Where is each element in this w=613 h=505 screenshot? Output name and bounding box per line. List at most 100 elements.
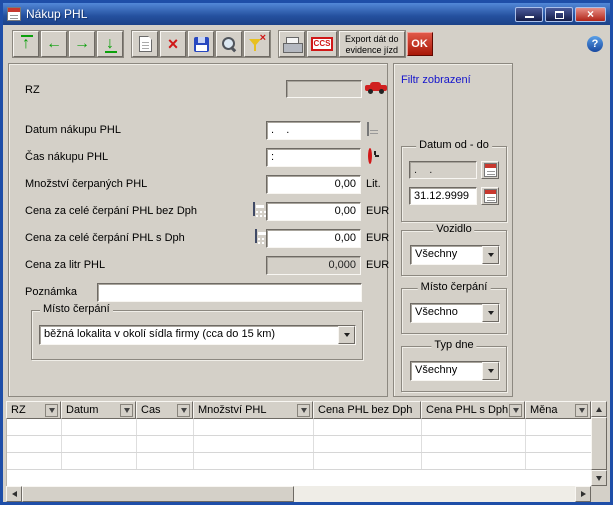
column-header-cena-s-dph[interactable]: Cena PHL s Dph (421, 401, 525, 419)
note-label: Poznámka (25, 286, 77, 298)
sort-down-icon (300, 407, 307, 413)
export-button[interactable]: Export dát do evidence jízd (338, 30, 406, 58)
day-type-dropdown-button[interactable] (482, 362, 499, 380)
scroll-down-button[interactable] (591, 470, 607, 486)
first-record-icon: ↑ (22, 35, 30, 52)
sort-button[interactable] (177, 403, 190, 417)
column-header-cena-bez-dph[interactable]: Cena PHL bez Dph (313, 401, 421, 419)
column-header-rz[interactable]: RZ (6, 401, 61, 419)
purchase-date-label: Datum nákupu PHL (25, 124, 121, 136)
last-record-icon: ↓ (106, 35, 114, 52)
sort-down-icon (123, 407, 130, 413)
calendar-icon (483, 163, 497, 177)
table-body (6, 419, 591, 486)
first-record-button[interactable]: ↑ (12, 30, 40, 58)
vehicle-select[interactable]: Všechny (410, 245, 500, 265)
help-icon[interactable]: ? (587, 36, 603, 52)
sort-button[interactable] (45, 403, 58, 417)
vertical-scrollbar[interactable] (591, 401, 607, 486)
column-header-mena[interactable]: Měna (525, 401, 591, 419)
previous-record-button[interactable]: ← (40, 30, 68, 58)
new-record-button[interactable] (131, 30, 159, 58)
date-to-field[interactable]: 31.12.9999 (409, 187, 477, 205)
ok-button[interactable]: OK (406, 32, 433, 56)
vertical-scrollbar-thumb[interactable] (591, 417, 607, 470)
date-from-calendar-button[interactable] (481, 161, 499, 179)
table-row[interactable] (7, 436, 591, 453)
vehicle-dropdown-button[interactable] (482, 246, 499, 264)
scroll-right-button[interactable] (575, 486, 591, 502)
price-per-litre-field: 0,000 (266, 256, 361, 275)
note-field[interactable] (97, 283, 362, 302)
price-incl-vat-currency: EUR (366, 232, 390, 244)
next-record-icon: → (74, 35, 90, 52)
scroll-left-button[interactable] (6, 486, 22, 502)
price-excl-vat-field[interactable]: 0,00 (266, 202, 361, 221)
vehicle-group: Vozidlo Všechny (401, 223, 507, 276)
price-incl-vat-label: Cena za celé čerpání PHL s Dph (25, 232, 185, 244)
minimize-button[interactable] (515, 6, 543, 22)
horizontal-scrollbar-track[interactable] (294, 486, 575, 502)
price-per-litre-label: Cena za litr PHL (25, 259, 106, 271)
new-document-icon (138, 36, 152, 52)
date-to-calendar-button[interactable] (481, 187, 499, 205)
price-incl-vat-field[interactable]: 0,00 (266, 229, 361, 248)
print-button[interactable] (278, 30, 306, 58)
day-type-select[interactable]: Všechny (410, 361, 500, 381)
refuel-place-dropdown-button[interactable] (338, 326, 355, 344)
purchase-time-field[interactable]: : (266, 148, 361, 167)
scrollbar-corner (591, 486, 607, 502)
calendar-icon[interactable] (367, 122, 369, 136)
minimize-icon (525, 15, 534, 18)
close-button[interactable]: × (575, 6, 606, 22)
sort-button[interactable] (297, 403, 310, 417)
price-per-litre-currency: EUR (366, 259, 390, 271)
sort-button[interactable] (575, 403, 588, 417)
column-header-datum[interactable]: Datum (61, 401, 136, 419)
filter-x-icon: × (259, 31, 266, 44)
ccs-button[interactable]: CCS (306, 30, 338, 58)
column-header-cas[interactable]: Cas (136, 401, 193, 419)
place-filter-value: Všechno (415, 306, 458, 318)
chevron-down-icon (487, 369, 494, 373)
purchase-date-field[interactable]: . . (266, 121, 361, 140)
caption-buttons: × (515, 6, 606, 22)
table-row[interactable] (7, 419, 591, 436)
calculator-icon[interactable] (253, 202, 255, 216)
save-button[interactable] (187, 30, 215, 58)
arrow-up-icon (596, 406, 602, 412)
sort-button[interactable] (509, 403, 522, 417)
export-button-label-line1: Export dát do (345, 34, 399, 44)
close-icon: × (586, 6, 594, 21)
horizontal-scrollbar[interactable] (6, 486, 591, 502)
quantity-unit: Lit. (366, 178, 381, 190)
table-row[interactable] (7, 453, 591, 470)
rz-field (286, 80, 362, 98)
form-panel: RZ Datum nákupu PHL . . Čas nákupu PHL :… (8, 63, 390, 397)
search-button[interactable] (215, 30, 243, 58)
search-icon (221, 36, 238, 53)
filter-panel: Filtr zobrazení Datum od - do . . 31.12.… (393, 63, 513, 397)
clear-filter-button[interactable]: × (243, 30, 271, 58)
chevron-down-icon (487, 311, 494, 315)
place-filter-group: Místo čerpání Všechno (401, 281, 507, 334)
quantity-field[interactable]: 0,00 (266, 175, 361, 194)
maximize-button[interactable] (545, 6, 573, 22)
delete-record-button[interactable]: × (159, 30, 187, 58)
column-header-mnozstvi[interactable]: Množství PHL (193, 401, 313, 419)
refuel-place-select[interactable]: běžná lokalita v okolí sídla firmy (cca … (39, 325, 356, 345)
last-record-button[interactable]: ↓ (96, 30, 124, 58)
place-filter-select[interactable]: Všechno (410, 303, 500, 323)
ccs-icon: CCS (310, 37, 334, 51)
day-type-group-label: Typ dne (431, 339, 477, 351)
scroll-up-button[interactable] (591, 401, 607, 417)
sort-button[interactable] (120, 403, 133, 417)
date-range-group: Datum od - do . . 31.12.9999 (401, 139, 507, 222)
sort-down-icon (578, 407, 585, 413)
place-filter-dropdown-button[interactable] (482, 304, 499, 322)
next-record-button[interactable]: → (68, 30, 96, 58)
horizontal-scrollbar-thumb[interactable] (22, 486, 294, 502)
titlebar[interactable]: Nákup PHL × (3, 3, 610, 25)
calculator-icon[interactable] (255, 229, 257, 243)
clock-icon[interactable] (368, 148, 372, 164)
